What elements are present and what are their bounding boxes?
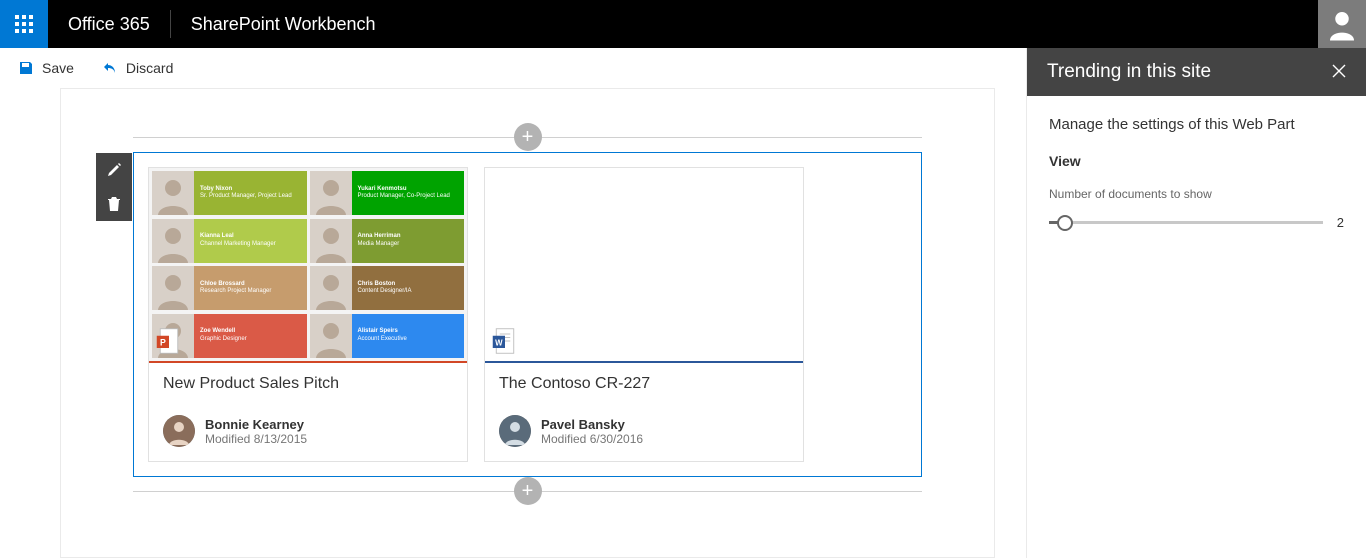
person-cell: Alistair SpeirsAccount Executive: [310, 314, 465, 358]
delete-webpart-button[interactable]: [96, 187, 132, 221]
document-card[interactable]: Toby NixonSr. Product Manager, Project L…: [148, 167, 468, 462]
app-launcher-button[interactable]: [0, 0, 48, 48]
property-panel: Trending in this site Manage the setting…: [1026, 48, 1366, 558]
person-cell: Kianna LealChannel Marketing Manager: [152, 219, 307, 263]
document-count-slider[interactable]: [1049, 221, 1323, 224]
save-icon: [18, 60, 34, 76]
document-author: Pavel Bansky: [541, 417, 643, 432]
panel-title: Trending in this site: [1047, 61, 1211, 83]
person-cell: Chris BostonContent Designer/IA: [310, 266, 465, 310]
document-modified: Modified 8/13/2015: [205, 432, 307, 446]
powerpoint-icon: P: [155, 327, 183, 355]
brand-label[interactable]: Office 365: [48, 14, 170, 35]
edit-webpart-button[interactable]: [96, 153, 132, 187]
svg-text:P: P: [160, 337, 166, 347]
save-label: Save: [42, 60, 74, 76]
save-button[interactable]: Save: [18, 60, 74, 76]
author-avatar: [499, 415, 531, 447]
webpart-selection[interactable]: Toby NixonSr. Product Manager, Project L…: [133, 152, 922, 477]
add-section-button-bottom[interactable]: +: [514, 477, 542, 505]
person-info: Chris BostonContent Designer/IA: [352, 266, 465, 310]
person-photo: [310, 266, 352, 310]
person-info: Kianna LealChannel Marketing Manager: [194, 219, 307, 263]
waffle-icon: [15, 15, 33, 33]
person-photo: [152, 171, 194, 215]
suite-bar: Office 365 SharePoint Workbench: [0, 0, 1366, 48]
panel-close-button[interactable]: [1332, 62, 1346, 83]
section-divider-top: +: [133, 137, 922, 138]
panel-description: Manage the settings of this Web Part: [1049, 116, 1344, 133]
slider-label: Number of documents to show: [1049, 187, 1344, 201]
app-title: SharePoint Workbench: [171, 14, 396, 35]
person-info: Chloe BrossardResearch Project Manager: [194, 266, 307, 310]
document-author: Bonnie Kearney: [205, 417, 307, 432]
undo-icon: [102, 60, 118, 76]
section-divider-bottom: +: [133, 491, 922, 492]
panel-section-heading: View: [1049, 153, 1344, 169]
person-cell: Anna HerrimanMedia Manager: [310, 219, 465, 263]
svg-text:W: W: [495, 338, 503, 347]
person-info: Yukari KenmotsuProduct Manager, Co-Proje…: [352, 171, 465, 215]
person-cell: Chloe BrossardResearch Project Manager: [152, 266, 307, 310]
document-preview: Toby NixonSr. Product Manager, Project L…: [149, 168, 467, 363]
person-photo: [152, 266, 194, 310]
canvas: + Toby NixonSr. Product Manager, Project…: [60, 88, 995, 558]
person-info: Zoe WendellGraphic Designer: [194, 314, 307, 358]
document-title: New Product Sales Pitch: [163, 375, 453, 393]
person-info: Anna HerrimanMedia Manager: [352, 219, 465, 263]
word-icon: W: [491, 327, 519, 355]
author-avatar: [163, 415, 195, 447]
pencil-icon: [106, 162, 122, 178]
panel-header: Trending in this site: [1027, 48, 1366, 96]
slider-thumb[interactable]: [1057, 215, 1073, 231]
person-photo: [310, 171, 352, 215]
close-icon: [1332, 64, 1346, 78]
webpart-toolbar: [96, 153, 132, 221]
discard-label: Discard: [126, 60, 173, 76]
document-modified: Modified 6/30/2016: [541, 432, 643, 446]
document-preview: W: [485, 168, 803, 363]
discard-button[interactable]: Discard: [102, 60, 173, 76]
person-photo: [152, 219, 194, 263]
add-section-button-top[interactable]: +: [514, 123, 542, 151]
person-cell: Yukari KenmotsuProduct Manager, Co-Proje…: [310, 171, 465, 215]
person-photo: [310, 219, 352, 263]
document-title: The Contoso CR-227: [499, 375, 789, 393]
person-icon: [1324, 6, 1360, 42]
person-info: Toby NixonSr. Product Manager, Project L…: [194, 171, 307, 215]
person-photo: [310, 314, 352, 358]
person-info: Alistair SpeirsAccount Executive: [352, 314, 465, 358]
person-cell: Toby NixonSr. Product Manager, Project L…: [152, 171, 307, 215]
slider-value: 2: [1337, 215, 1344, 230]
user-avatar-button[interactable]: [1318, 0, 1366, 48]
document-card[interactable]: W The Contoso CR-227 Pavel Bansky Modifi…: [484, 167, 804, 462]
trash-icon: [107, 196, 121, 212]
